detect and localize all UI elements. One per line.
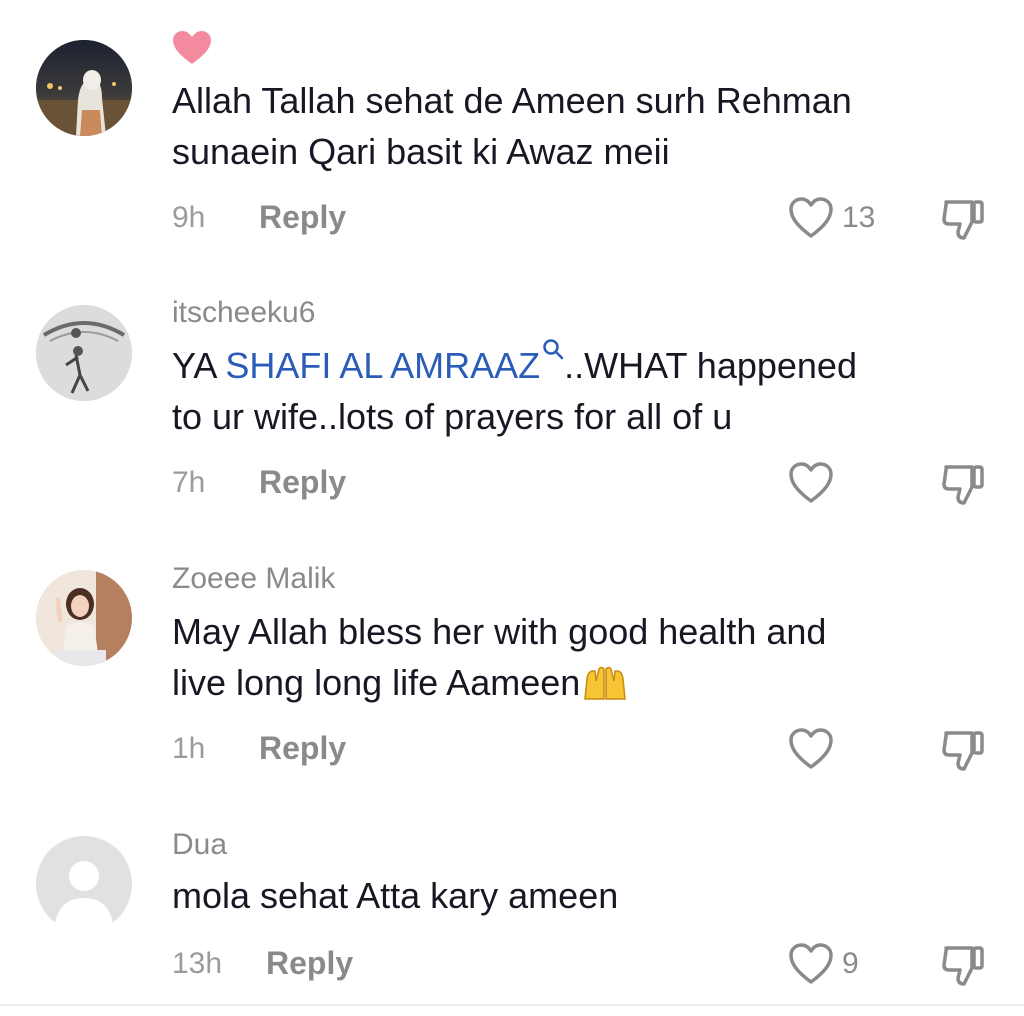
- avatar-photo: [36, 305, 132, 401]
- comment-text-line: sunaein Qari basit ki Awaz meii: [172, 131, 670, 172]
- dislike-icon[interactable]: [940, 727, 988, 773]
- comment-username[interactable]: Dua: [172, 828, 227, 862]
- comment-text-line: live long long life Aameen: [172, 657, 972, 708]
- comment-text-line-part: live long long life Aameen: [172, 662, 581, 703]
- like-heart-icon[interactable]: [788, 196, 834, 240]
- comment-time: 1h: [172, 732, 206, 765]
- avatar-photo: [36, 570, 132, 666]
- comment-time: 9h: [172, 201, 206, 234]
- avatar[interactable]: [36, 305, 132, 401]
- comment-text-line: to ur wife..lots of prayers for all of u: [172, 396, 733, 437]
- comment-text: YA SHAFI AL AMRAAZ ..WHAT happened to ur …: [172, 339, 972, 442]
- praying-hands-emoji: [584, 667, 627, 701]
- comment-time: 13h: [172, 947, 223, 980]
- divider: [0, 1004, 1024, 1006]
- search-icon: [543, 339, 564, 360]
- default-avatar-icon: [36, 836, 132, 932]
- comment-text-prefix: YA: [172, 345, 226, 386]
- reply-button[interactable]: Reply: [266, 945, 353, 982]
- like-count: 9: [842, 947, 859, 980]
- heart-icon: [173, 31, 211, 64]
- like-heart-icon[interactable]: [788, 727, 834, 771]
- avatar[interactable]: [36, 836, 132, 932]
- comment-time: 7h: [172, 466, 206, 499]
- like-count: 13: [842, 201, 876, 234]
- comment-text-line: Allah Tallah sehat de Ameen surh Rehman: [172, 80, 852, 121]
- comment-text-line: May Allah bless her with good health and: [172, 611, 827, 652]
- reply-button[interactable]: Reply: [259, 464, 346, 501]
- comment-text-line: mola sehat Atta kary ameen: [172, 875, 619, 916]
- comment-text-line: YA SHAFI AL AMRAAZ ..WHAT happened: [172, 339, 972, 391]
- avatar[interactable]: [36, 40, 132, 136]
- dislike-icon[interactable]: [940, 942, 988, 988]
- dislike-icon[interactable]: [940, 461, 988, 507]
- avatar-photo: [36, 40, 132, 136]
- like-heart-icon[interactable]: [788, 942, 834, 986]
- like-heart-icon[interactable]: [788, 461, 834, 505]
- reply-button[interactable]: Reply: [259, 730, 346, 767]
- mention-link[interactable]: SHAFI AL AMRAAZ: [225, 345, 540, 386]
- comment-username[interactable]: itscheeku6: [172, 296, 315, 330]
- comment-username[interactable]: Zoeee Malik: [172, 562, 335, 596]
- comment-text-after-mention: ..WHAT happened: [564, 345, 857, 386]
- avatar[interactable]: [36, 570, 132, 666]
- comment-text: May Allah bless her with good health and…: [172, 606, 972, 708]
- comment-text: Allah Tallah sehat de Ameen surh Rehman …: [172, 75, 972, 177]
- reply-button[interactable]: Reply: [259, 199, 346, 236]
- comment-text: mola sehat Atta kary ameen: [172, 870, 972, 921]
- dislike-icon[interactable]: [940, 196, 988, 242]
